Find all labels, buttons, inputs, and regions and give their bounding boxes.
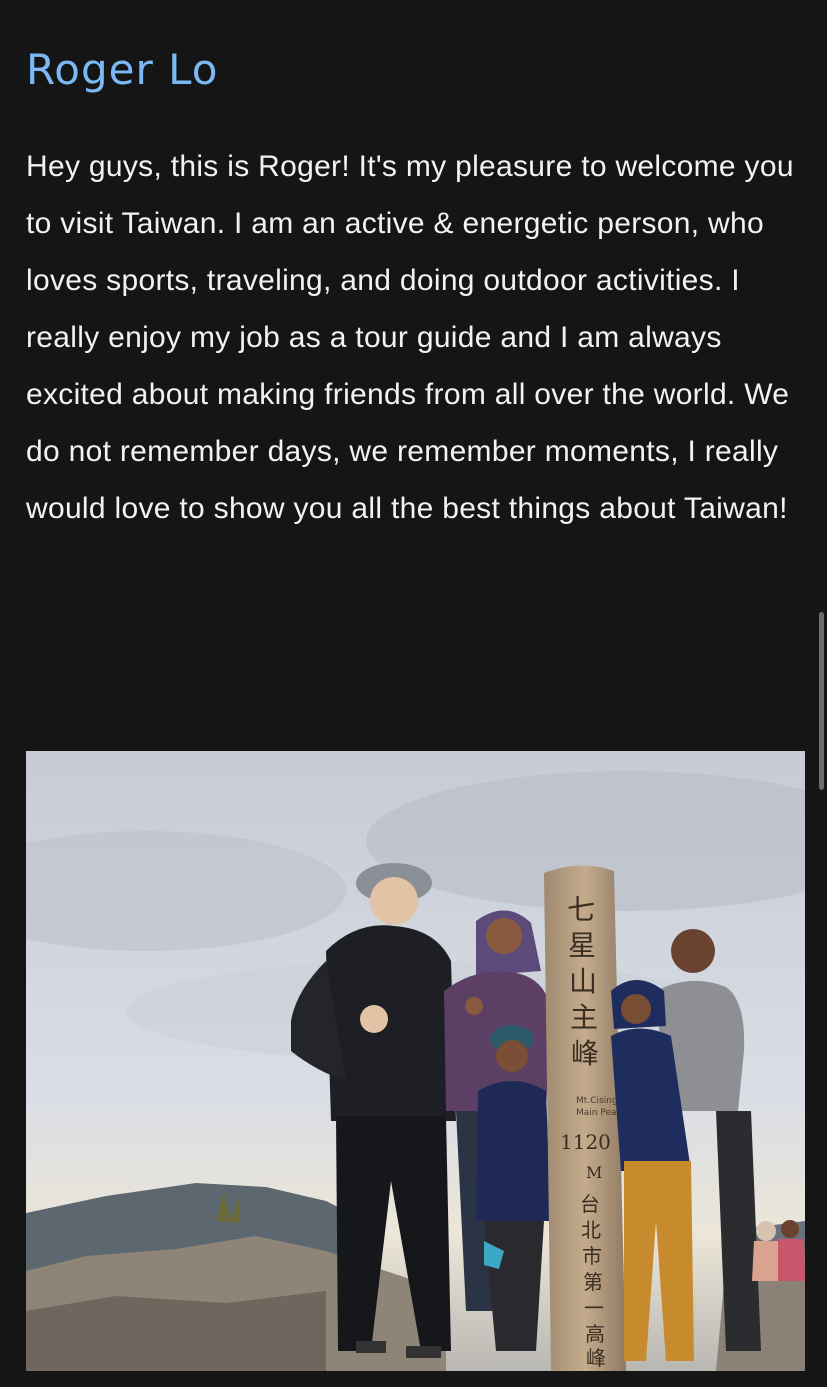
post-unit: M (586, 1163, 602, 1182)
post-chinese-2-char-1: 台 (580, 1192, 600, 1216)
post-chinese-char-3: 山 (569, 965, 597, 998)
post-chinese-char-2: 星 (568, 929, 596, 962)
guide-name: Roger Lo (26, 45, 219, 94)
post-chinese-2-char-6: 高 (585, 1322, 605, 1346)
post-english-1: Mt.Cising (576, 1096, 618, 1106)
post-english-2: Main Peak (576, 1108, 623, 1118)
post-chinese-2-char-5: 一 (584, 1296, 604, 1320)
post-chinese-char-1: 七 (567, 893, 595, 926)
post-chinese-2-char-7: 峰 (586, 1346, 606, 1370)
guide-profile: Roger Lo Hey guys, this is Roger! It's m… (0, 0, 827, 1387)
post-chinese-2-char-4: 第 (583, 1270, 603, 1294)
guide-photo[interactable]: 七 星 山 主 峰 Mt.Cising Main Peak 1120 M 台 北… (26, 751, 805, 1371)
scrollbar[interactable] (819, 612, 824, 790)
summit-post: 七 星 山 主 峰 Mt.Cising Main Peak 1120 M 台 北… (544, 865, 626, 1371)
guide-bio: Hey guys, this is Roger! It's my pleasur… (26, 150, 794, 525)
post-chinese-char-5: 峰 (571, 1037, 599, 1070)
post-chinese-char-4: 主 (570, 1001, 598, 1034)
post-chinese-2-char-2: 北 (581, 1218, 601, 1242)
post-elevation: 1120 (560, 1130, 611, 1154)
post-chinese-2-char-3: 市 (582, 1244, 602, 1268)
